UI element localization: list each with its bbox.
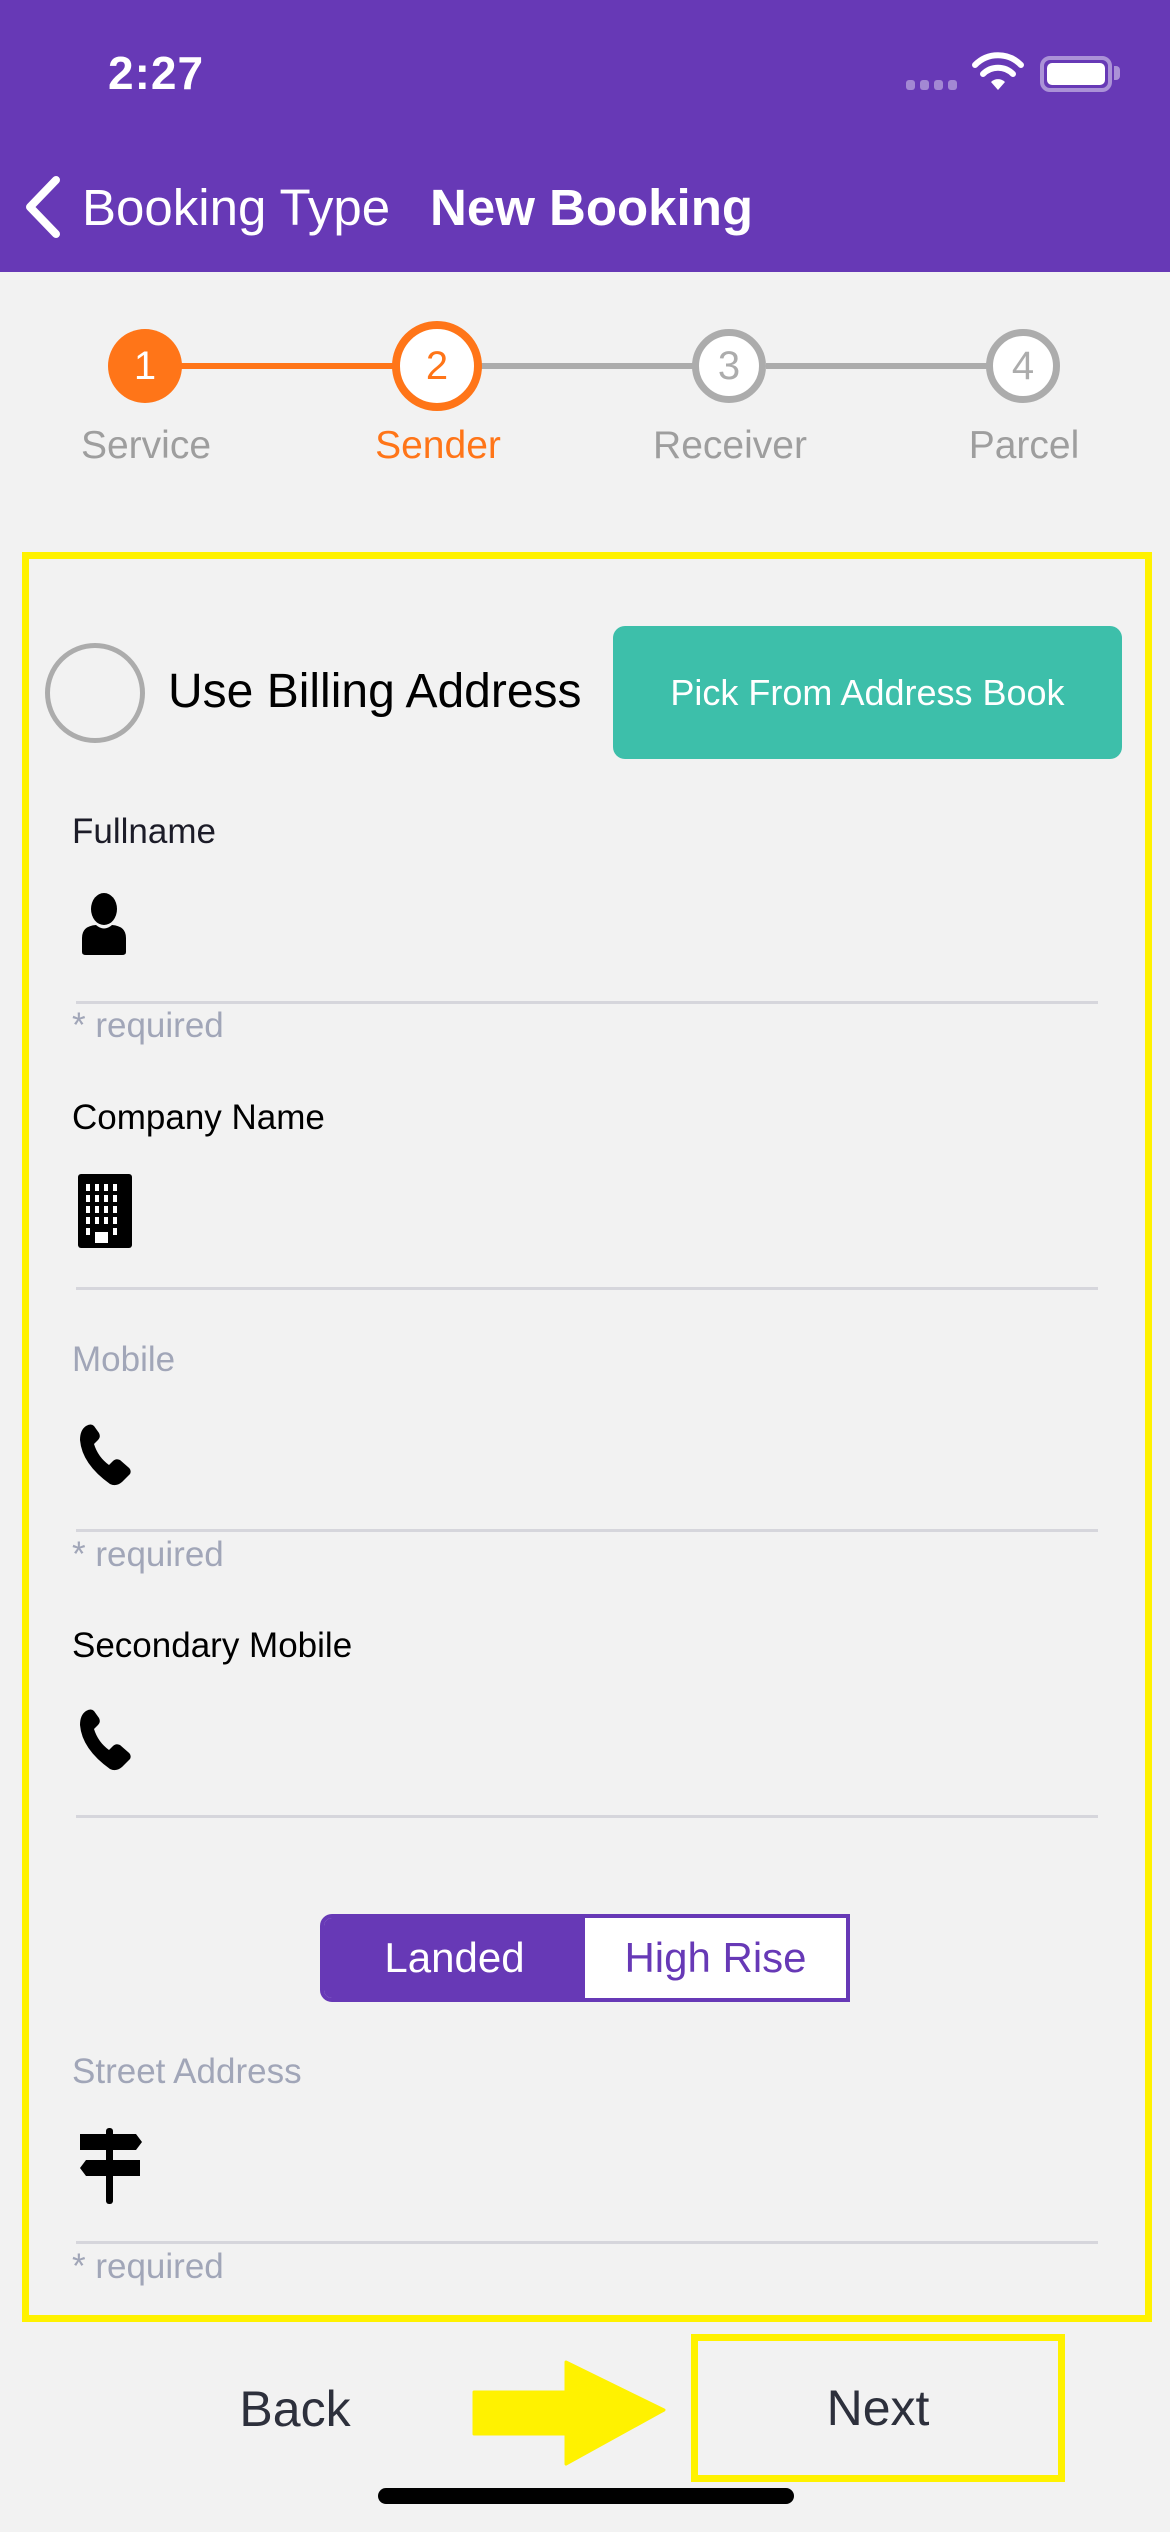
segment-high-rise[interactable]: High Rise (585, 1918, 846, 1998)
step-3-circle[interactable]: 3 (692, 329, 766, 403)
secondary-mobile-label: Secondary Mobile (72, 1626, 353, 1665)
street-address-underline (76, 2241, 1098, 2244)
status-time: 2:27 (108, 47, 205, 99)
yellow-arrow-annotation-icon (472, 2360, 666, 2466)
company-name-input[interactable] (150, 1166, 1090, 1256)
step-connector-2-3 (474, 363, 696, 369)
secondary-mobile-input[interactable] (150, 1697, 1090, 1787)
pick-from-address-book-button[interactable]: Pick From Address Book (613, 626, 1122, 759)
back-chevron-icon[interactable] (22, 174, 64, 240)
step-1-number: 1 (133, 343, 157, 388)
use-billing-address-radio[interactable] (45, 643, 145, 743)
fullname-input[interactable] (150, 880, 1090, 970)
phone-icon (80, 1709, 131, 1771)
street-address-label: Street Address (72, 2052, 302, 2091)
cellular-signal-icon (906, 80, 957, 90)
home-indicator[interactable] (378, 2488, 794, 2504)
mobile-underline (76, 1529, 1098, 1532)
next-button[interactable]: Next (698, 2341, 1058, 2475)
use-billing-address-label[interactable]: Use Billing Address (168, 664, 582, 719)
battery-tip (1114, 66, 1120, 80)
step-2-circle[interactable]: 2 (392, 321, 482, 411)
street-address-required-hint: * required (72, 2247, 224, 2286)
step-3-label: Receiver (653, 424, 807, 467)
step-connector-1-2 (146, 363, 396, 369)
battery-icon (1040, 56, 1112, 92)
fullname-underline (76, 1001, 1098, 1004)
company-name-underline (76, 1287, 1098, 1290)
mobile-label: Mobile (72, 1340, 176, 1379)
back-button[interactable]: Back (180, 2380, 410, 2452)
step-4-circle[interactable]: 4 (986, 329, 1060, 403)
property-type-segmented-control: Landed High Rise (320, 1914, 850, 2002)
fullname-required-hint: * required (72, 1006, 224, 1045)
page-title: New Booking (430, 179, 754, 236)
signpost-icon (80, 2128, 142, 2204)
segment-landed[interactable]: Landed (324, 1918, 585, 1998)
step-4-label: Parcel (968, 424, 1080, 467)
person-icon (82, 893, 126, 955)
secondary-mobile-underline (76, 1815, 1098, 1818)
street-address-input[interactable] (150, 2120, 1090, 2210)
step-3-number: 3 (717, 343, 741, 388)
phone-icon (80, 1424, 131, 1486)
fullname-label: Fullname (72, 812, 216, 851)
building-icon (78, 1174, 132, 1248)
step-2-label: Sender (375, 424, 501, 467)
step-4-number: 4 (1011, 343, 1035, 388)
nav-back-button[interactable]: Booking Type (82, 178, 390, 237)
step-2-number: 2 (425, 343, 449, 388)
step-connector-3-4 (766, 363, 1020, 369)
step-1-label: Service (80, 424, 212, 467)
mobile-input[interactable] (150, 1412, 1090, 1502)
mobile-required-hint: * required (72, 1535, 224, 1574)
step-1-circle[interactable]: 1 (108, 329, 182, 403)
company-name-label: Company Name (72, 1098, 325, 1137)
wifi-icon (972, 52, 1024, 90)
